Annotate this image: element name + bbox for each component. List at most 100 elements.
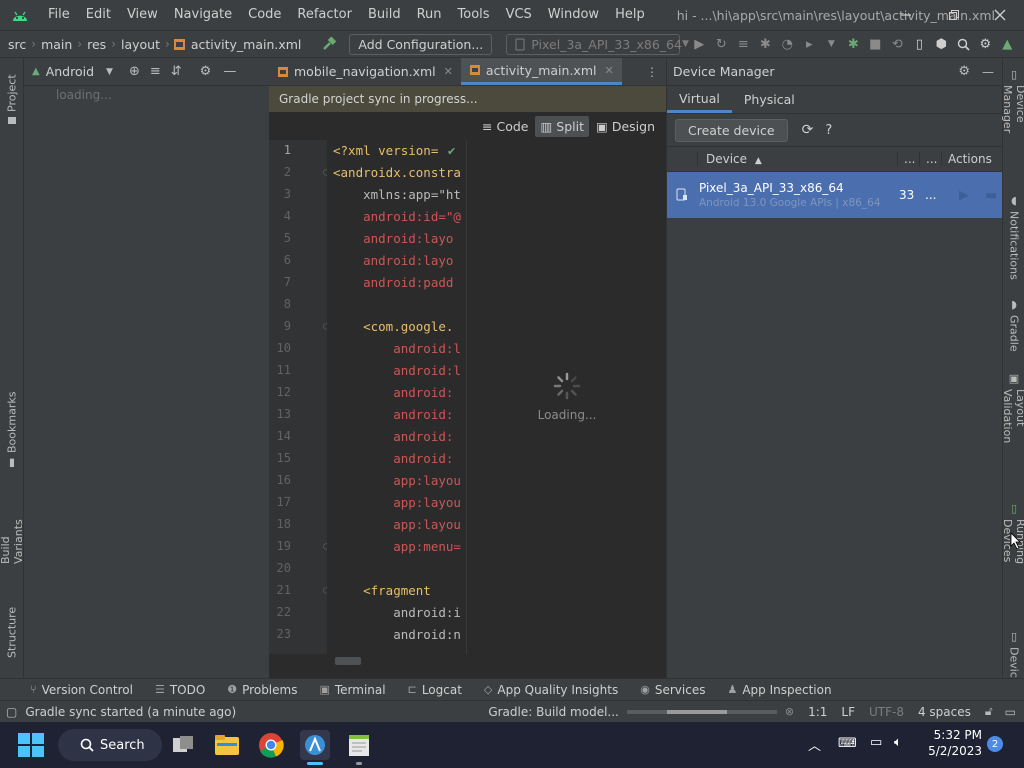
menu-file[interactable]: File [40,0,78,30]
breadcrumb-src[interactable]: src [6,37,28,52]
panel-toggle-icon[interactable]: ▢ [6,705,17,719]
volume-icon[interactable]: 🔈︎ [894,735,902,750]
scrollbar-thumb[interactable] [335,657,361,665]
windows-start-icon[interactable] [18,733,44,760]
menu-help[interactable]: Help [607,0,653,30]
add-configuration-button[interactable]: Add Configuration... [349,33,493,55]
device-row[interactable]: Pixel_3a_API_33_x86_64 Android 13.0 Goog… [667,172,1002,218]
build-hammer-icon[interactable] [321,36,337,52]
apply-code-changes-icon[interactable]: ≡ [732,33,754,55]
debug-icon[interactable]: ✱ [754,33,776,55]
column-api[interactable]: ... [897,152,919,166]
sdk-manager-icon[interactable]: ⬢ [930,33,952,55]
sync-gradle-icon[interactable]: ⟲ [886,33,908,55]
locate-target-icon[interactable]: ⊕ [129,64,140,79]
chevron-up-icon[interactable]: ︿ [808,735,821,754]
create-device-button[interactable]: Create device [675,118,788,142]
settings-gear-icon[interactable]: ⚙ [974,33,996,55]
device-folder-icon[interactable]: ▬ [985,188,997,203]
stop-icon[interactable]: ■ [864,33,886,55]
collapse-all-icon[interactable]: ⇵ [171,64,182,79]
services-tool-button[interactable]: ◉ Services [640,683,705,697]
clock[interactable]: 5:32 PM 5/2/2023 [922,728,982,758]
tab-virtual[interactable]: Virtual [667,86,732,113]
notifications-tool-button[interactable]: ◖ Notifications [1004,194,1024,280]
profile-icon[interactable]: ◔ [776,33,798,55]
hide-panel-icon[interactable]: — [223,64,236,79]
keyboard-icon[interactable]: ⌨ [838,736,857,751]
menu-tools[interactable]: Tools [450,0,498,30]
chrome-icon[interactable] [256,730,286,760]
chevron-down-icon[interactable]: ▼ [106,67,113,77]
menu-navigate[interactable]: Navigate [166,0,240,30]
design-view-button[interactable]: ▣ Design [591,116,660,137]
run-icon[interactable]: ▶ [688,33,710,55]
attach-debugger-icon[interactable]: ✱ [842,33,864,55]
android-studio-taskbar-icon[interactable] [300,730,330,760]
file-encoding[interactable]: UTF-8 [869,705,904,719]
breadcrumb-layout[interactable]: layout [119,37,162,52]
bookmarks-tool-button[interactable]: ▮ Bookmarks [2,392,22,470]
column-actions[interactable]: Actions [941,152,1002,166]
menu-edit[interactable]: Edit [78,0,119,30]
status-message[interactable]: Gradle sync started (a minute ago) [25,705,236,719]
menu-window[interactable]: Window [540,0,607,30]
minimize-button[interactable] [882,0,930,30]
breadcrumb-activity-main[interactable]: activity_main.xml [189,37,304,52]
breadcrumb-main[interactable]: main [39,37,74,52]
build-variants-tool-button[interactable]: Build Variants [0,490,25,564]
logcat-tool-button[interactable]: ⊏ Logcat [408,683,462,697]
indent-setting[interactable]: 4 spaces [918,705,971,719]
structure-tool-button[interactable]: Structure [2,602,22,658]
tab-physical[interactable]: Physical [732,86,807,113]
tab-activity-main[interactable]: activity_main.xml ✕ [460,58,622,85]
cancel-task-icon[interactable]: ⊗ [785,705,794,718]
device-manager-icon[interactable]: ▯ [908,33,930,55]
project-tool-button[interactable]: Project [2,64,22,126]
restore-button[interactable] [930,0,978,30]
column-size[interactable]: ... [919,152,941,166]
notification-badge[interactable]: 2 [987,736,1003,752]
more-tabs-icon[interactable]: ⋮ [646,65,658,79]
search-icon[interactable] [952,33,974,55]
settings-gear-icon[interactable]: ⚙ [958,64,970,79]
menu-code[interactable]: Code [240,0,289,30]
cursor-position[interactable]: 1:1 [808,705,827,719]
lock-icon[interactable]: 🔓︎ [985,704,993,719]
refresh-icon[interactable]: ⟳ [802,122,814,138]
gradle-tool-button[interactable]: ◗ Gradle [1004,298,1024,354]
device-manager-tool-button[interactable]: ▯ Device Manager [1001,68,1024,172]
line-separator[interactable]: LF [841,705,855,719]
project-view-selector[interactable]: Android [46,64,94,79]
file-explorer-icon[interactable] [212,730,242,760]
close-tab-icon[interactable]: ✕ [604,64,613,77]
version-control-tool-button[interactable]: ⑂ Version Control [30,683,133,697]
background-task-label[interactable]: Gradle: Build model... [488,705,619,719]
taskbar-search-box[interactable]: Search [58,729,162,761]
code-editor[interactable]: <?xml version= ✔ <androidx.constra xmlns… [327,140,466,654]
layout-validation-tool-button[interactable]: ▣ Layout Validation [1001,372,1024,476]
code-view-button[interactable]: ≡ Code [477,116,534,137]
help-icon[interactable]: ? [825,123,832,138]
device-file-explorer-tool-button[interactable]: ▯ Device [1004,630,1024,678]
column-device[interactable]: Device ▲ [697,152,897,166]
expand-all-icon[interactable]: ≡ [150,64,161,79]
hide-panel-icon[interactable]: — [982,65,994,79]
task-view-icon[interactable] [168,730,198,760]
display-icon[interactable]: ▭ [870,735,882,750]
apply-changes-icon[interactable]: ↻ [710,33,732,55]
more-run-icon[interactable]: ▼ [820,33,842,55]
close-button[interactable] [976,0,1024,30]
problems-tool-button[interactable]: ❶ Problems [227,683,297,697]
tab-mobile-navigation[interactable]: mobile_navigation.xml ✕ [269,58,461,85]
coverage-icon[interactable]: ▸ [798,33,820,55]
menu-refactor[interactable]: Refactor [289,0,360,30]
todo-tool-button[interactable]: ☰ TODO [155,683,205,697]
app-quality-insights-tool-button[interactable]: ◇ App Quality Insights [484,683,618,697]
menu-build[interactable]: Build [360,0,409,30]
breadcrumb-res[interactable]: res [85,37,108,52]
horizontal-scrollbar[interactable] [269,654,666,678]
menu-run[interactable]: Run [409,0,450,30]
launch-device-play-icon[interactable]: ▶ [959,188,969,203]
android-icon[interactable]: ▲ [996,33,1018,55]
